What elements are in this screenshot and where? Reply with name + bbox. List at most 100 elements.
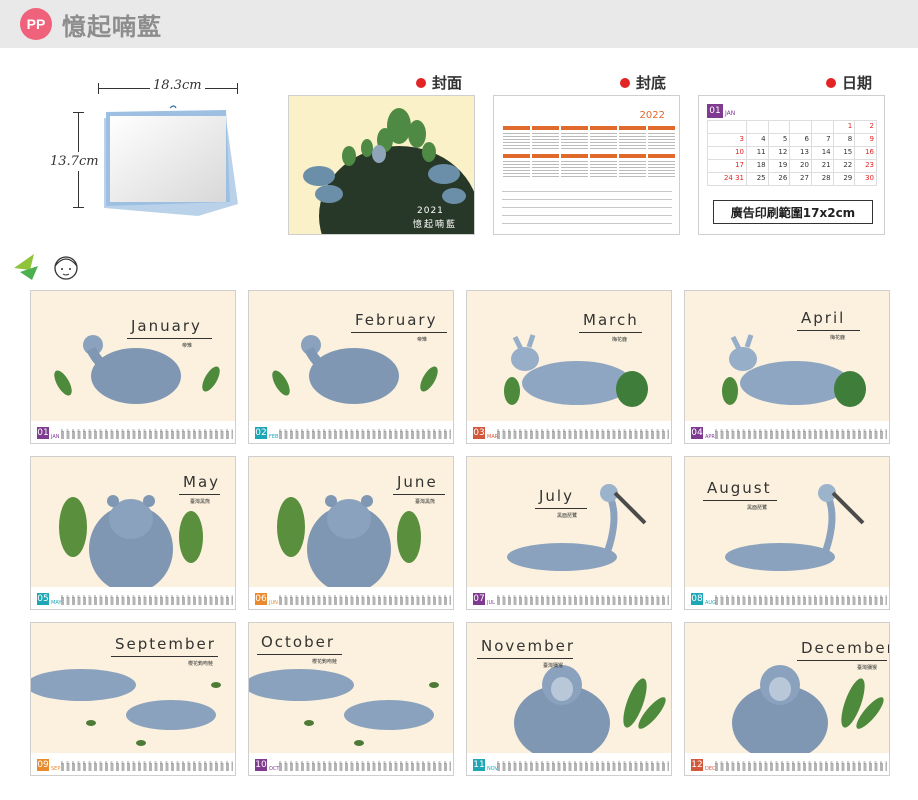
animal-illustration — [507, 484, 647, 571]
animal-illustration — [725, 484, 865, 571]
animal-name-chinese: 臺灣獼猴 — [857, 665, 878, 671]
mini-month — [561, 126, 588, 152]
pp-logo-badge: PP — [20, 8, 52, 40]
month-underline — [579, 332, 642, 333]
animal-name-chinese: 臺灣黑熊 — [190, 499, 211, 505]
month-name: July — [539, 487, 574, 505]
month-card-feb: February 帝雉 02 FEB — [248, 290, 454, 444]
animal-name-chinese: 臺灣黑熊 — [415, 499, 436, 505]
cover-title: 憶起喃藍 — [413, 220, 458, 230]
month-name: May — [183, 473, 221, 491]
month-underline — [797, 660, 887, 661]
month-number-badge: 07 — [473, 593, 485, 605]
month-abbr: APR — [705, 434, 715, 440]
mascot-girl-icon — [14, 254, 78, 280]
animal-name-chinese: 黑面琵鷺 — [747, 505, 768, 511]
date-month-number: 01 — [707, 104, 723, 118]
date-strip: 09 SEP — [31, 753, 235, 775]
animal-name-chinese: 梅花鹿 — [830, 335, 846, 341]
month-card-sep: September 櫻花鉤吻鮭 09 SEP — [30, 622, 236, 776]
month-number-badge: 01 — [37, 427, 49, 439]
month-card-jul: July 黑面琵鷺 07 JUL — [466, 456, 672, 610]
month-abbr: JAN — [51, 434, 60, 440]
month-abbr: AUG — [705, 600, 716, 606]
mini-month — [532, 154, 559, 180]
month-card-jan: January 帝雉 01 JAN — [30, 290, 236, 444]
month-abbr: SEP — [51, 766, 61, 772]
mini-month — [619, 126, 646, 152]
month-underline — [127, 338, 212, 339]
month-underline — [179, 494, 220, 495]
month-underline — [797, 330, 860, 331]
month-name: February — [355, 311, 438, 329]
date-strip: 11 NOV — [467, 753, 671, 775]
mini-month — [503, 126, 530, 152]
date-strip: 06 JUN — [249, 587, 453, 609]
month-card-nov: November 臺灣獼猴 11 NOV — [466, 622, 672, 776]
date-strip: 04 APR — [685, 421, 889, 443]
animal-name-chinese: 臺灣獼猴 — [543, 663, 564, 669]
cover-label: 封面 — [416, 72, 462, 93]
month-name: April — [801, 309, 846, 327]
month-underline — [477, 658, 573, 659]
cover-illustration — [303, 108, 474, 234]
month-underline — [351, 332, 447, 333]
month-underline — [111, 656, 218, 657]
date-page-preview: 01 JAN 12 3456789 10 11 12 13 14 15 16 17 18 19 2… — [698, 95, 885, 235]
red-dot-icon — [826, 77, 836, 88]
table-row: 17 18 19 20 21 22 23 — [707, 159, 877, 173]
mini-month — [503, 154, 530, 180]
table-row: 3456789 — [707, 133, 877, 147]
month-number-badge: 11 — [473, 759, 485, 771]
month-number-badge: 02 — [255, 427, 267, 439]
width-label: 18.3cm — [150, 78, 205, 93]
animal-name-chinese: 帝雉 — [417, 337, 428, 343]
month-card-mar: March 梅花鹿 03 MAR — [466, 290, 672, 444]
month-underline — [257, 654, 342, 655]
month-abbr: NOV — [487, 766, 499, 772]
month-number-badge: 08 — [691, 593, 703, 605]
month-number-badge: 06 — [255, 593, 267, 605]
month-abbr: JUL — [487, 600, 495, 606]
animal-illustration — [54, 335, 220, 404]
red-dot-icon — [620, 77, 630, 88]
month-abbr: MAR — [487, 434, 499, 440]
month-underline — [535, 508, 587, 509]
mini-month — [590, 126, 617, 152]
animal-illustration — [504, 334, 648, 407]
mini-month — [648, 126, 675, 152]
red-dot-icon — [416, 77, 426, 88]
month-number-badge: 09 — [37, 759, 49, 771]
date-strip: 10 OCT — [249, 753, 453, 775]
month-name: September — [115, 635, 216, 653]
animal-name-chinese: 櫻花鉤吻鮭 — [188, 661, 214, 667]
month-name: March — [583, 311, 639, 329]
mini-month — [619, 154, 646, 180]
month-name: October — [261, 633, 336, 651]
animal-illustration — [722, 334, 866, 407]
month-abbr: MAY — [51, 600, 62, 606]
table-row: 10 11 12 13 14 15 16 — [707, 146, 877, 160]
back-year: 2022 — [639, 110, 665, 121]
month-card-dec: December 臺灣獼猴 12 DEC — [684, 622, 890, 776]
product-dimension-diagram: 18.3cm 13.7cm — [50, 78, 250, 228]
month-card-may: May 臺灣黑熊 05 MAY — [30, 456, 236, 610]
date-label: 日期 — [826, 72, 872, 93]
mini-month — [590, 154, 617, 180]
cover-year: 2021 — [417, 206, 444, 216]
date-strip: 05 MAY — [31, 587, 235, 609]
desk-calendar-stand-image — [104, 105, 238, 216]
month-number-badge: 05 — [37, 593, 49, 605]
header-bar: PP 憶起喃藍 — [0, 0, 918, 48]
table-row: 12 — [707, 120, 877, 134]
height-label: 13.7cm — [50, 152, 99, 171]
month-number-badge: 03 — [473, 427, 485, 439]
month-abbr: FEB — [269, 434, 279, 440]
note-lines — [502, 184, 672, 224]
month-name: August — [707, 479, 772, 497]
month-name: November — [481, 637, 576, 655]
date-strip: 02 FEB — [249, 421, 453, 443]
mini-month — [648, 154, 675, 180]
month-name: January — [131, 317, 202, 335]
animal-name-chinese: 櫻花鉤吻鮭 — [312, 659, 338, 665]
